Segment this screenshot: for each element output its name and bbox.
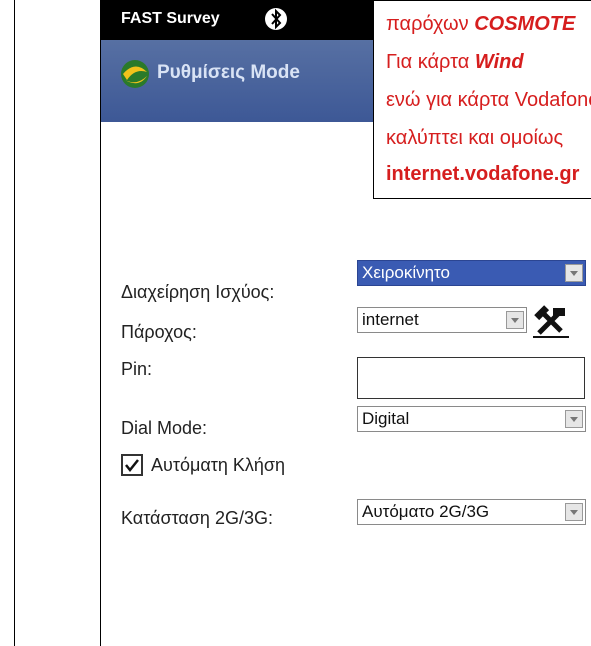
callout-emphasis: COSMOTE [474, 13, 576, 35]
network-mode-value: Αυτόματο 2G/3G [362, 502, 490, 521]
auto-dial-label: Αυτόματη Κλήση [151, 455, 286, 475]
chevron-down-icon[interactable] [565, 410, 583, 428]
callout-emphasis: Wind [474, 51, 524, 73]
dial-mode-value: Digital [362, 409, 410, 428]
pin-label: Pin: [121, 359, 153, 379]
power-management-select[interactable]: Χειροκίνητο [357, 260, 586, 286]
tools-icon[interactable] [533, 305, 569, 339]
network-mode-label: Κατάσταση 2G/3G: [121, 508, 273, 528]
left-frame [0, 0, 15, 646]
callout-text: Για κάρτα [386, 51, 475, 73]
chevron-down-icon[interactable] [506, 311, 524, 329]
app-logo-icon [119, 58, 151, 90]
checkmark-icon [125, 459, 139, 473]
app-name: FAST Survey [121, 10, 220, 27]
callout-line-4: καλύπτει και ομοίως [386, 127, 564, 149]
pin-input[interactable] [357, 357, 585, 399]
callout-line-3: ενώ για κάρτα Vodafone [386, 89, 591, 111]
network-mode-select[interactable]: Αυτόματο 2G/3G [357, 499, 586, 525]
page-title: Ρυθμίσεις Mode [157, 62, 300, 83]
bluetooth-icon [264, 6, 288, 32]
power-management-value: Χειροκίνητο [362, 263, 450, 282]
callout-line-1: παρόχων COSMOTE [386, 13, 575, 36]
provider-value: internet [362, 310, 419, 329]
callout-line-5: internet.vodafone.gr [386, 163, 580, 185]
power-management-label: Διαχείρηση Ισχύος: [121, 282, 275, 302]
chevron-down-icon[interactable] [565, 264, 583, 282]
annotation-callout: παρόχων COSMOTE Για κάρτα Wind ενώ για κ… [373, 0, 591, 199]
provider-label: Πάροχος: [121, 322, 197, 342]
dial-mode-select[interactable]: Digital [357, 406, 586, 432]
dial-mode-label: Dial Mode: [121, 418, 208, 438]
chevron-down-icon[interactable] [565, 503, 583, 521]
auto-dial-checkbox[interactable] [121, 454, 143, 476]
callout-line-2: Για κάρτα Wind [386, 51, 524, 74]
provider-select[interactable]: internet [357, 307, 527, 333]
callout-text: παρόχων [386, 13, 475, 35]
